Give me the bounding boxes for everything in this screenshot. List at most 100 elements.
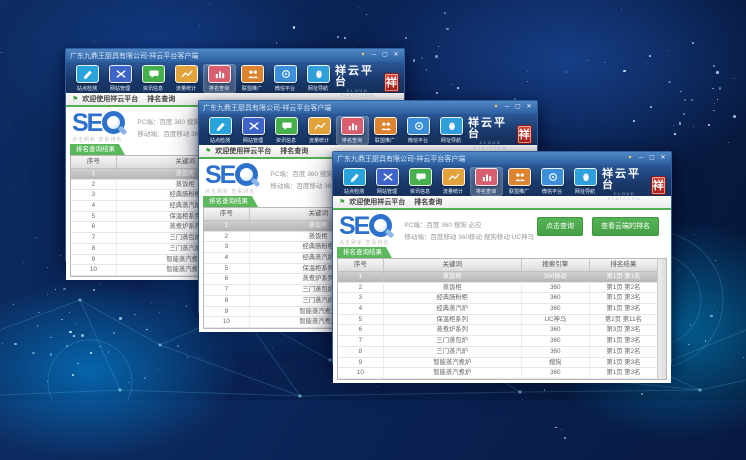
traffic-stats-icon: [442, 168, 465, 186]
toolbar-item-rank-query[interactable]: 排名查询: [470, 167, 503, 196]
toolbar-item-info-news[interactable]: 资讯信息: [270, 116, 303, 145]
table-cell: 2: [71, 180, 117, 190]
brand-stamp-icon: 祥: [384, 73, 399, 92]
table-cell: 5: [204, 264, 250, 274]
table-row[interactable]: 5保温柜系列UC神马第2页 第11名: [338, 315, 657, 326]
union-promo-icon: [241, 65, 264, 83]
toolbar-item-site-check[interactable]: 站点检测: [204, 116, 237, 145]
wechat-icon: [541, 168, 564, 186]
rank-query-icon: [341, 117, 364, 135]
tab-rank-results[interactable]: 排名查询结果: [203, 196, 258, 207]
close-icon[interactable]: ✕: [659, 155, 667, 162]
toolbar-item-rank-query[interactable]: 排名查询: [203, 64, 236, 93]
toolbar-item-label: 排名查询: [209, 84, 229, 91]
welcome-text: 欢迎使用祥云平台: [215, 146, 271, 156]
welcome-section: 排名查询: [147, 94, 175, 104]
wechat-icon: [407, 117, 430, 135]
engine-info: PC端：百度 360 搜狗 必应 移动端：百度移动 360移动 搜狗移动 UC神…: [404, 219, 534, 241]
window-title: 广东九鼎王厨具有限公司-祥云平台客户端: [337, 154, 626, 164]
table-row[interactable]: 1蒸饭柜360移动第1页 第1名: [338, 272, 657, 283]
toolbar-item-union-promo[interactable]: 联盟推广: [503, 167, 536, 196]
table-cell: 保温柜系列: [384, 315, 522, 325]
table-row[interactable]: 9智能蒸汽煮炉搜狗第1页 第3名: [338, 358, 657, 369]
app-window[interactable]: 广东九鼎王厨具有限公司-祥云平台客户端 ▾ ─ ▢ ✕ 站点检测网站管理资讯信息…: [332, 151, 672, 365]
table-cell: 蒸饭柜: [384, 272, 522, 282]
toolbar-item-label: 站点检测: [210, 136, 230, 143]
table-cell: 4: [71, 201, 117, 211]
toolbar-item-traffic-stats[interactable]: 流量统计: [303, 116, 336, 145]
table-row[interactable]: 8三门蒸汽炉360第1页 第2名: [338, 347, 657, 358]
toolbar-item-traffic-stats[interactable]: 流量统计: [170, 64, 203, 93]
toolbar-item-site-nav[interactable]: 网址导航: [569, 167, 602, 196]
welcome-section: 排名查询: [280, 146, 308, 156]
column-header: 序号: [338, 259, 384, 271]
site-nav-icon: [440, 117, 463, 135]
tab-rank-results[interactable]: 排名查询结果: [337, 247, 392, 258]
engine-line-mobile: 移动端：百度移动 360移动 搜狗移动 UC神马: [404, 231, 534, 241]
toolbar-item-union-promo[interactable]: 联盟推广: [369, 116, 402, 145]
table-cell: 4: [204, 253, 250, 263]
minimize-icon[interactable]: ─: [637, 155, 645, 162]
view-cloud-rank-button[interactable]: 查看云端的排名: [592, 217, 659, 236]
toolbar-item-label: 微信平台: [542, 187, 562, 194]
toolbar-item-wechat[interactable]: 微信平台: [402, 116, 435, 145]
toolbar-item-site-nav[interactable]: 网址导航: [435, 116, 468, 145]
toolbar-item-label: 站点检测: [344, 187, 364, 194]
minimize-icon[interactable]: ─: [503, 104, 511, 111]
seo-logo: SE 点击刷新 查看排名: [205, 163, 258, 195]
magnifier-icon: [102, 111, 125, 134]
brand-title: 祥云平台: [602, 169, 647, 191]
table-row[interactable]: 6蒸煮炉系列360第3页 第3名: [338, 325, 657, 336]
table-row[interactable]: 4经典蒸汽炉360第1页 第3名: [338, 304, 657, 315]
toolbar-item-site-manage[interactable]: 网站管理: [371, 167, 404, 196]
table-scrollbar[interactable]: [657, 259, 666, 379]
toolbar-item-site-check[interactable]: 站点检测: [71, 64, 104, 93]
window-titlebar[interactable]: 广东九鼎王厨具有限公司-祥云平台客户端 ▾ ─ ▢ ✕: [199, 101, 537, 114]
close-icon[interactable]: ✕: [392, 52, 400, 59]
skin-icon[interactable]: ▾: [626, 155, 634, 162]
minimize-icon[interactable]: ─: [370, 52, 378, 59]
toolbar-item-wechat[interactable]: 微信平台: [536, 167, 569, 196]
site-nav-icon: [574, 168, 597, 186]
site-manage-icon: [376, 168, 399, 186]
toolbar-item-site-nav[interactable]: 网址导航: [302, 64, 335, 93]
tab-rank-results[interactable]: 排名查询结果: [70, 144, 125, 155]
table-cell: 第2页 第11名: [590, 315, 657, 325]
close-icon[interactable]: ✕: [525, 104, 533, 111]
table-row[interactable]: 7三门蒸包炉360第1页 第3名: [338, 336, 657, 347]
query-button[interactable]: 点击查询: [537, 217, 583, 236]
table-cell: 2: [338, 283, 384, 293]
toolbar-item-traffic-stats[interactable]: 流量统计: [437, 167, 470, 196]
toolbar-item-label: 微信平台: [275, 84, 295, 91]
flag-icon: ⚑: [72, 96, 78, 103]
table-row[interactable]: 10智能蒸汽煮炉360第1页 第3名: [338, 368, 657, 379]
toolbar-item-label: 联盟推广: [375, 136, 395, 143]
brand-title: 祥云平台: [335, 66, 380, 88]
toolbar-item-rank-query[interactable]: 排名查询: [336, 116, 369, 145]
toolbar-item-wechat[interactable]: 微信平台: [269, 64, 302, 93]
table-cell: 360: [522, 325, 590, 335]
table-row[interactable]: 3经典肠粉柜360第1页 第3名: [338, 293, 657, 304]
toolbar-item-union-promo[interactable]: 联盟推广: [236, 64, 269, 93]
table-row[interactable]: 2蒸饭柜360第1页 第2名: [338, 283, 657, 294]
maximize-icon[interactable]: ▢: [381, 52, 389, 59]
window-titlebar[interactable]: 广东九鼎王厨具有限公司-祥云平台客户端 ▾ ─ ▢ ✕: [66, 49, 404, 62]
toolbar-item-info-news[interactable]: 资讯信息: [137, 64, 170, 93]
toolbar-item-info-news[interactable]: 资讯信息: [404, 167, 437, 196]
toolbar-item-site-check[interactable]: 站点检测: [338, 167, 371, 196]
info-news-icon: [142, 65, 165, 83]
maximize-icon[interactable]: ▢: [648, 155, 656, 162]
toolbar-item-site-manage[interactable]: 网站管理: [237, 116, 270, 145]
table-cell: 360移动: [522, 272, 590, 282]
skin-icon[interactable]: ▾: [359, 52, 367, 59]
table-cell: 智能蒸汽煮炉: [384, 368, 522, 378]
toolbar: 站点检测网站管理资讯信息流量统计排名查询联盟推广微信平台网址导航 祥云平台 CL…: [66, 62, 404, 93]
window-titlebar[interactable]: 广东九鼎王厨具有限公司-祥云平台客户端 ▾ ─ ▢ ✕: [333, 152, 671, 165]
seo-logo-text: SE: [205, 163, 234, 187]
skin-icon[interactable]: ▾: [492, 104, 500, 111]
toolbar: 站点检测网站管理资讯信息流量统计排名查询联盟推广微信平台网址导航 祥云平台 CL…: [199, 114, 537, 145]
rank-query-icon: [475, 168, 498, 186]
maximize-icon[interactable]: ▢: [514, 104, 522, 111]
table-cell: 6: [71, 222, 117, 232]
toolbar-item-site-manage[interactable]: 网站管理: [104, 64, 137, 93]
